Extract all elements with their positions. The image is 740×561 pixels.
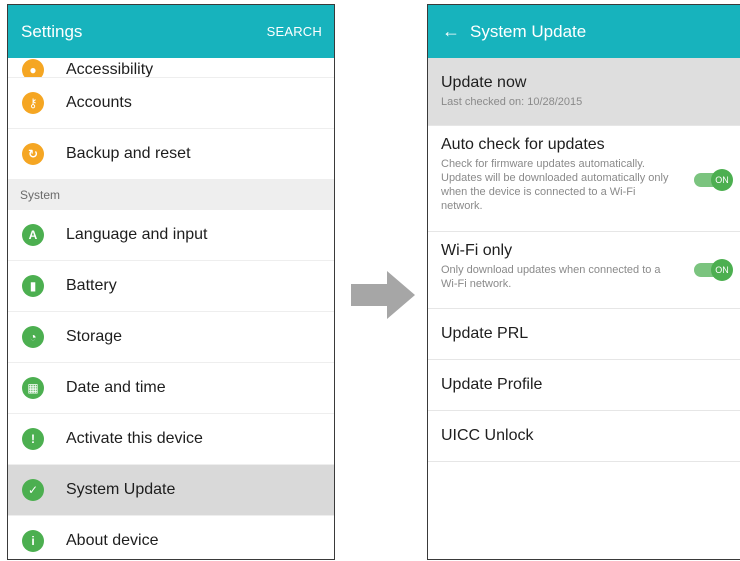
right-arrow-icon xyxy=(351,271,415,319)
settings-app-bar: Settings SEARCH xyxy=(8,5,334,58)
wifi-only-toggle[interactable]: ON xyxy=(694,259,733,281)
settings-item-accessibility[interactable]: ● Accessibility xyxy=(8,58,334,78)
system-update-app-bar: ← System Update xyxy=(428,5,740,58)
settings-item-label: Accounts xyxy=(66,94,132,111)
accessibility-icon: ● xyxy=(22,59,44,77)
info-icon: i xyxy=(22,530,44,552)
settings-item-label: Accessibility xyxy=(66,61,154,78)
settings-item-label: Activate this device xyxy=(66,430,203,447)
settings-item-storage[interactable]: ◔ Storage xyxy=(8,312,334,363)
back-arrow-icon[interactable]: ← xyxy=(428,21,470,42)
update-now-item[interactable]: Update now Last checked on: 10/28/2015 xyxy=(428,58,740,126)
settings-item-label: About device xyxy=(66,532,159,549)
wifi-only-description: Only download updates when connected to … xyxy=(441,264,661,290)
update-profile-item[interactable]: Update Profile xyxy=(428,360,740,411)
settings-item-activate-this-device[interactable]: ! Activate this device xyxy=(8,414,334,465)
auto-check-item[interactable]: Auto check for updates Check for firmwar… xyxy=(428,126,740,232)
settings-item-label: Storage xyxy=(66,328,123,345)
settings-item-date-and-time[interactable]: ▦ Date and time xyxy=(8,363,334,414)
settings-item-battery[interactable]: ▮ Battery xyxy=(8,261,334,312)
auto-check-description: Check for firmware updates automatically… xyxy=(441,158,669,212)
auto-check-title: Auto check for updates xyxy=(441,136,605,153)
battery-icon: ▮ xyxy=(22,275,44,297)
uicc-unlock-label: UICC Unlock xyxy=(441,427,534,444)
settings-list: ● Accessibility ⚷ Accounts ↻ Backup and reset… xyxy=(8,58,334,559)
key-icon: ⚷ xyxy=(22,92,44,114)
settings-title: Settings xyxy=(21,21,83,41)
language-icon: A xyxy=(22,224,44,246)
settings-item-label: System Update xyxy=(66,481,176,498)
calendar-icon: ▦ xyxy=(22,377,44,399)
activate-icon: ! xyxy=(22,428,44,450)
settings-item-label: Date and time xyxy=(66,379,166,396)
system-update-title: System Update xyxy=(470,21,587,41)
toggle-knob: ON xyxy=(711,169,733,191)
uicc-unlock-item[interactable]: UICC Unlock xyxy=(428,411,740,462)
update-prl-item[interactable]: Update PRL xyxy=(428,309,740,360)
toggle-knob: ON xyxy=(711,259,733,281)
last-checked-text: Last checked on: 10/28/2015 xyxy=(441,96,583,108)
settings-item-label: Battery xyxy=(66,277,117,294)
update-profile-label: Update Profile xyxy=(441,376,543,393)
backup-icon: ↻ xyxy=(22,143,44,165)
settings-screen: Settings SEARCH ● Accessibility ⚷ Accounts ↻… xyxy=(7,4,335,560)
settings-item-label: Language and input xyxy=(66,226,208,243)
update-now-title: Update now xyxy=(441,74,527,91)
system-update-icon: ✓ xyxy=(22,479,44,501)
wifi-only-item[interactable]: Wi-Fi only Only download updates when co… xyxy=(428,232,740,309)
settings-item-accounts[interactable]: ⚷ Accounts xyxy=(8,78,334,129)
wifi-only-title: Wi-Fi only xyxy=(441,242,513,259)
settings-item-language-and-input[interactable]: A Language and input xyxy=(8,210,334,261)
settings-item-label: Backup and reset xyxy=(66,145,191,162)
auto-check-toggle[interactable]: ON xyxy=(694,169,733,191)
settings-item-system-update[interactable]: ✓ System Update xyxy=(8,465,334,516)
settings-item-about-device[interactable]: i About device xyxy=(8,516,334,559)
search-button[interactable]: SEARCH xyxy=(267,24,334,39)
update-prl-label: Update PRL xyxy=(441,325,529,342)
section-header-system: System xyxy=(8,180,334,210)
system-update-screen: ← System Update Update now Last checked … xyxy=(427,4,740,560)
settings-item-backup-and-reset[interactable]: ↻ Backup and reset xyxy=(8,129,334,180)
storage-icon: ◔ xyxy=(22,326,44,348)
